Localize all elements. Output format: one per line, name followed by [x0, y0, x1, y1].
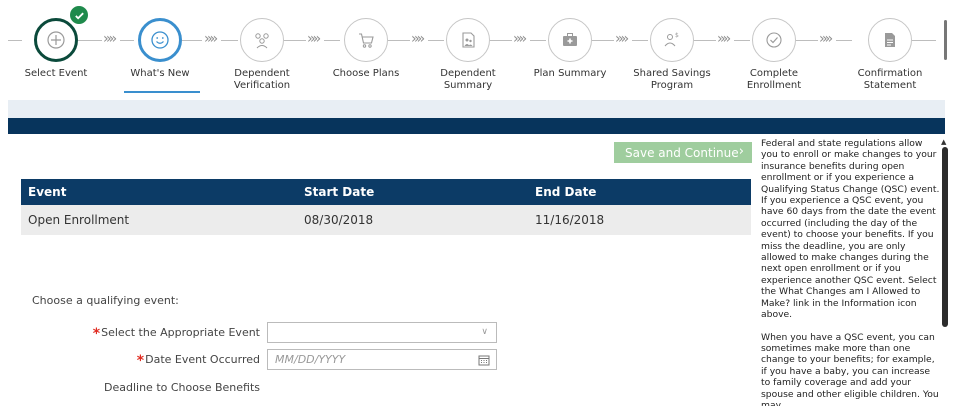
chevron-icon: »» [513, 31, 527, 47]
date-event-input[interactable]: MM/DD/YYYY [267, 349, 497, 370]
stepper-connector [78, 40, 102, 41]
stepper-connector [796, 40, 818, 41]
help-scrollbar-thumb[interactable] [942, 147, 948, 327]
step-label: Dependent Summary [440, 68, 496, 91]
people-icon [240, 18, 284, 62]
help-panel: Federal and state regulations allow you … [761, 138, 941, 406]
chevron-icon: »» [103, 31, 117, 47]
family-document-icon [446, 18, 490, 62]
step-label: Confirmation Statement [857, 68, 923, 91]
events-table: Event Start Date End Date Open Enrollmen… [21, 179, 751, 235]
select-event-dropdown[interactable]: ∨ [267, 322, 497, 343]
step-label: Plan Summary [533, 68, 607, 79]
person-dollar-icon: $ [650, 18, 694, 62]
stepper-connector [836, 40, 852, 41]
svg-text:$: $ [675, 32, 679, 39]
select-event-label-text: Select the Appropriate Event [101, 326, 260, 339]
stepper-connector [632, 40, 648, 41]
date-placeholder: MM/DD/YYYY [275, 353, 346, 366]
step-label: Choose Plans [332, 68, 400, 79]
start-date-cell: 08/30/2018 [304, 213, 374, 227]
checkmark-icon [68, 4, 90, 26]
stepper-connector [734, 40, 750, 41]
stepper-connector [530, 40, 546, 41]
chevron-icon: »» [307, 31, 321, 47]
chevron-icon: »» [819, 31, 833, 47]
active-step-indicator [124, 91, 200, 93]
step-label: Shared Savings Program [633, 68, 711, 91]
chevron-icon: »» [411, 31, 425, 47]
cart-icon [344, 18, 388, 62]
chevron-right-icon: › [738, 144, 744, 159]
column-header-start-date: Start Date [304, 185, 375, 199]
check-circle-icon [752, 18, 796, 62]
qualifying-event-intro: Choose a qualifying event: [32, 294, 179, 307]
smiley-icon [138, 18, 182, 62]
column-header-end-date: End Date [535, 185, 597, 199]
column-header-event: Event [28, 185, 67, 199]
stepper-connector [8, 40, 22, 41]
navy-header-band [8, 118, 945, 134]
table-row[interactable]: Open Enrollment 08/30/2018 11/16/2018 [21, 205, 751, 235]
save-button-label: Save and Continue [625, 145, 739, 160]
required-marker: * [92, 326, 101, 342]
table-header: Event Start Date End Date [21, 179, 751, 205]
stepper-connector [182, 40, 202, 41]
end-date-cell: 11/16/2018 [535, 213, 605, 227]
select-event-label: *Select the Appropriate Event [93, 326, 260, 342]
date-event-label: *Date Event Occurred [137, 353, 260, 369]
stepper-connector [912, 40, 936, 41]
chevron-down-icon: ∨ [481, 327, 488, 337]
enrollment-stepper: Select Event »» What's New »» Dependent … [0, 0, 953, 100]
step-label: What's New [130, 68, 190, 79]
chevron-icon: »» [204, 31, 218, 47]
stepper-connector [221, 40, 238, 41]
scroll-up-icon[interactable]: ▲ [941, 138, 946, 146]
save-and-continue-button[interactable]: Save and Continue › [614, 142, 752, 163]
stepper-connector [592, 40, 614, 41]
plus-circle-icon [34, 18, 78, 62]
stepper-connector [428, 40, 444, 41]
document-icon [868, 18, 912, 62]
calendar-icon[interactable] [478, 353, 490, 372]
step-label: Select Event [24, 68, 88, 79]
subheader-band [8, 100, 945, 118]
deadline-label: Deadline to Choose Benefits [104, 381, 260, 394]
stepper-connector [324, 40, 340, 41]
event-name-cell: Open Enrollment [28, 213, 130, 227]
chevron-icon: »» [615, 31, 629, 47]
stepper-connector [120, 40, 134, 41]
stepper-connector [388, 40, 410, 41]
date-event-label-text: Date Event Occurred [145, 353, 260, 366]
stepper-connector [284, 40, 306, 41]
chevron-icon: »» [717, 31, 731, 47]
step-label: Dependent Verification [233, 68, 291, 91]
help-paragraph: When you have a QSC event, you can somet… [761, 331, 939, 406]
stepper-scroll-edge[interactable] [944, 20, 947, 60]
help-paragraph: Federal and state regulations allow you … [761, 138, 940, 321]
stepper-connector [694, 40, 716, 41]
step-label: Complete Enrollment [746, 68, 802, 91]
stepper-connector [490, 40, 512, 41]
medical-kit-icon [548, 18, 592, 62]
required-marker: * [136, 353, 145, 369]
